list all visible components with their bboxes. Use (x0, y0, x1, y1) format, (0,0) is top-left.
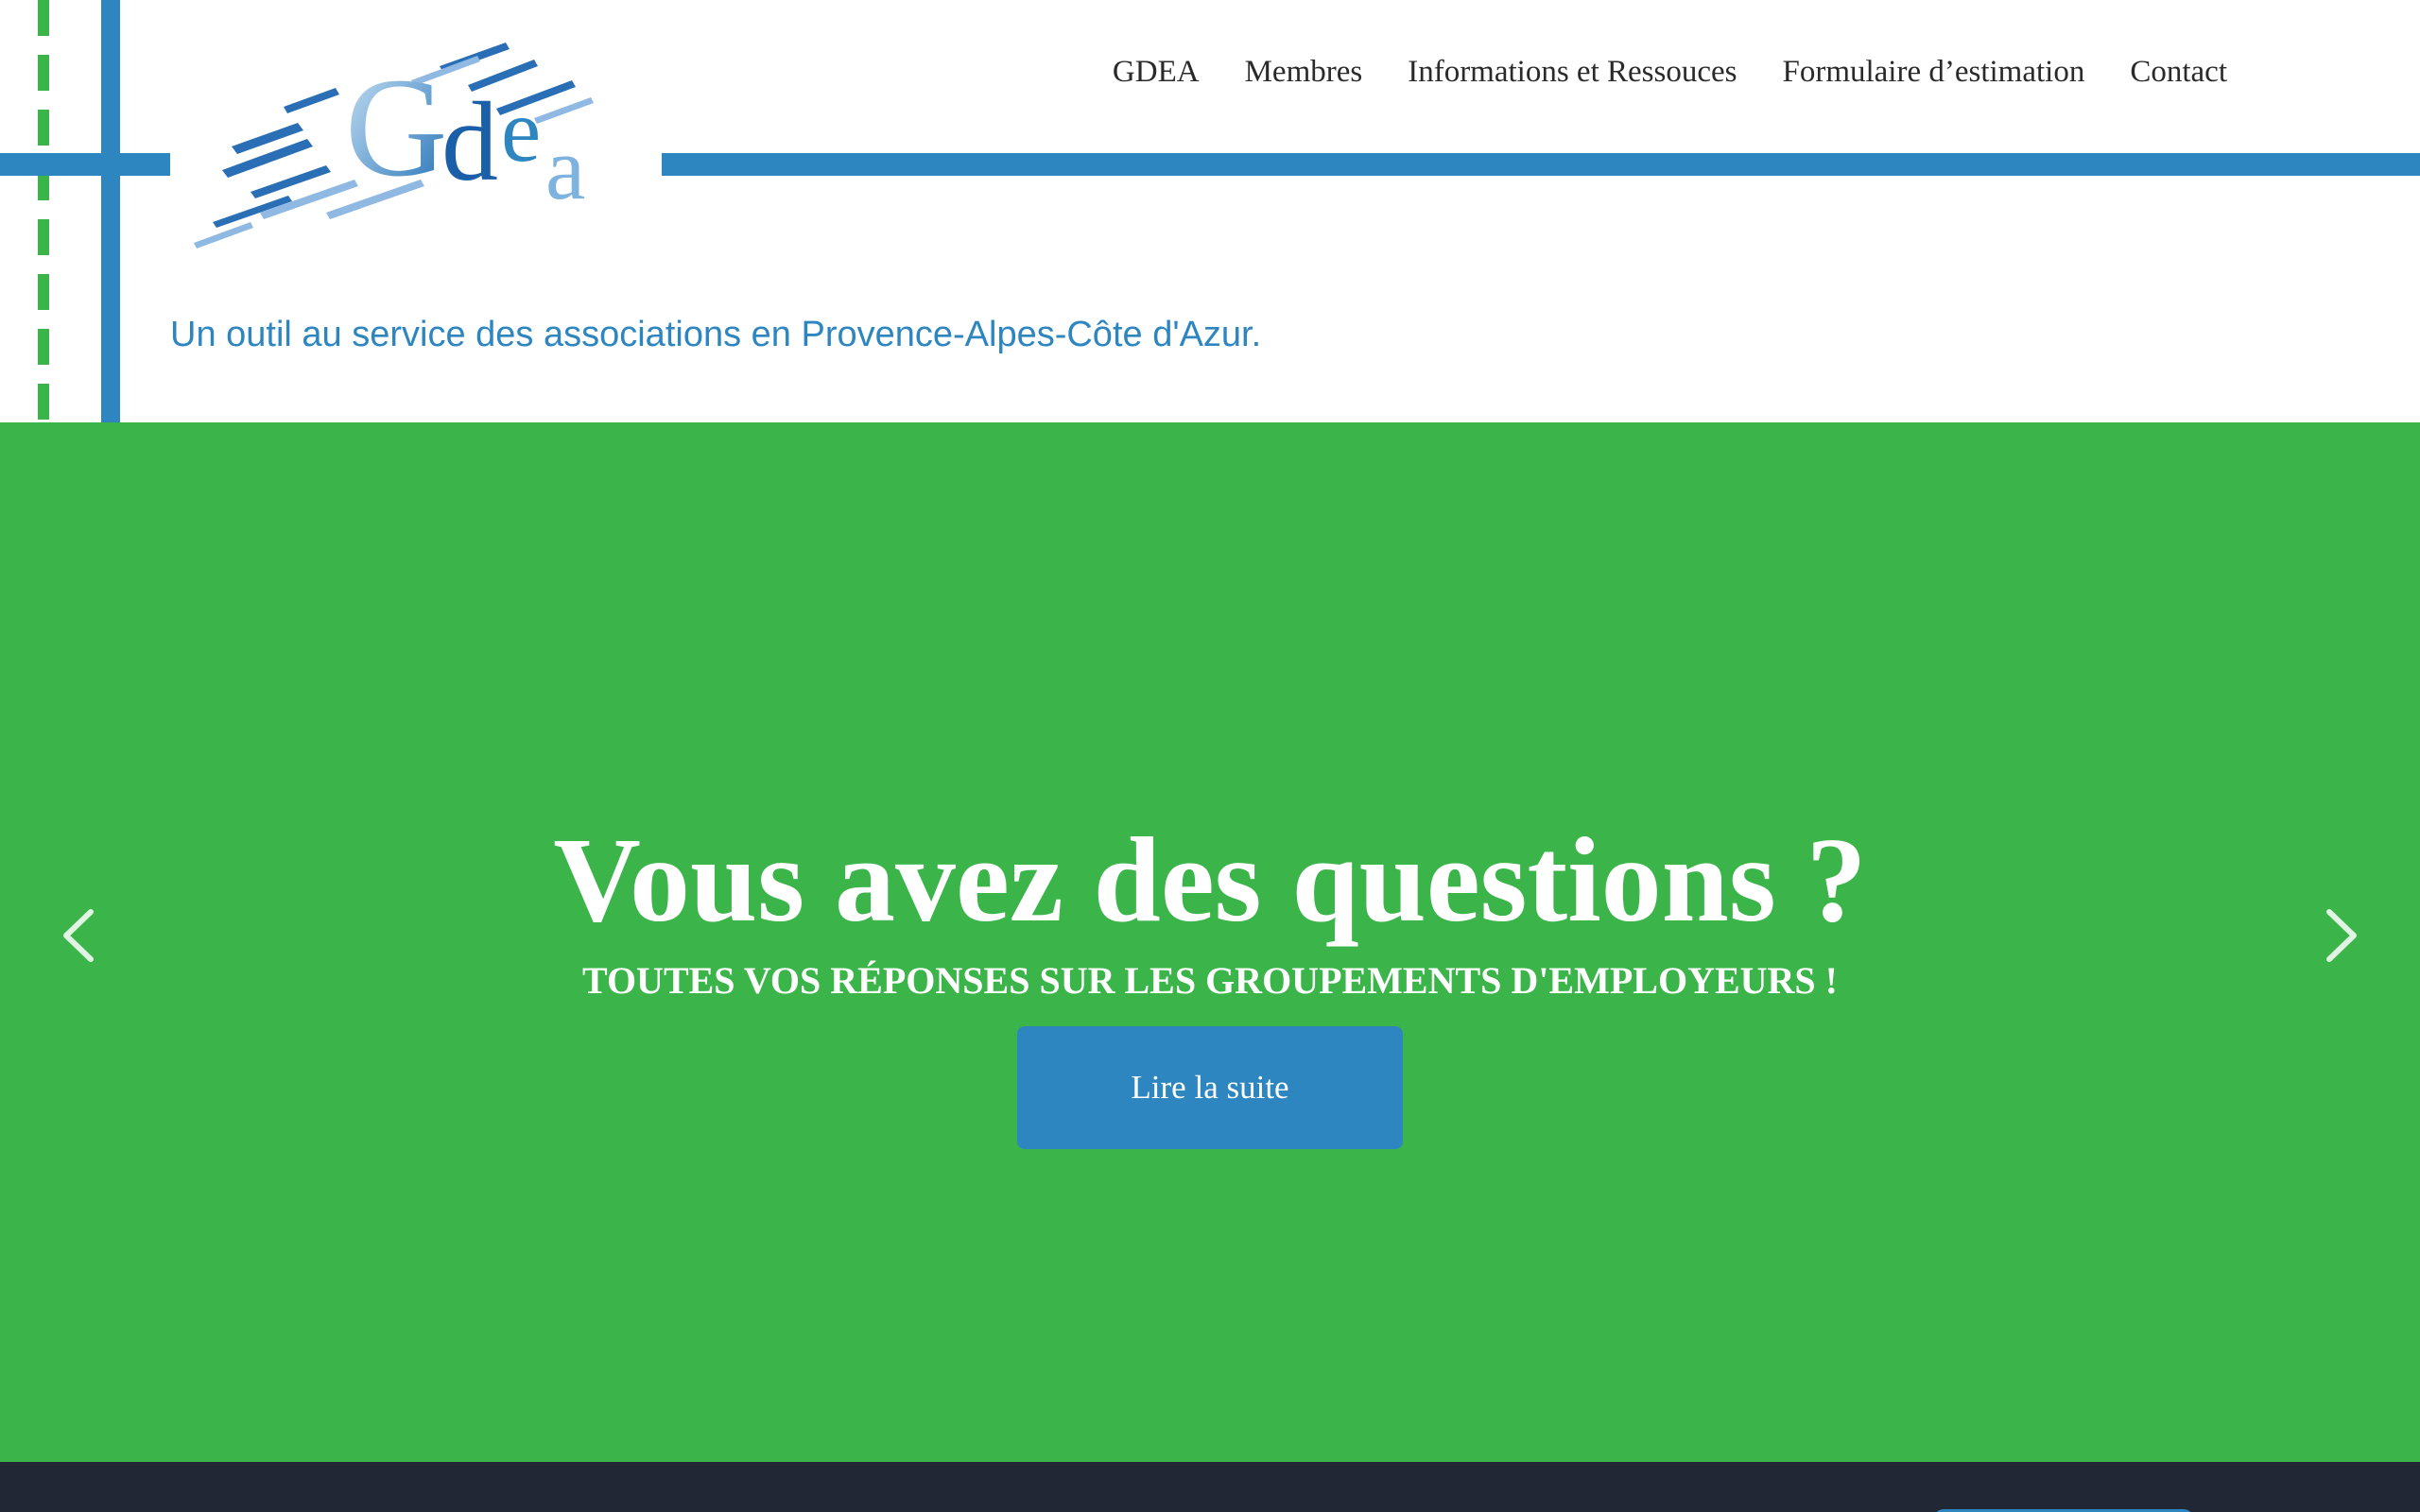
decorative-vertical-bar (101, 0, 120, 422)
read-more-button[interactable]: Lire la suite (1017, 1026, 1403, 1149)
main-nav: GDEA Membres Informations et Ressouces F… (1113, 55, 2227, 90)
svg-text:G: G (345, 49, 447, 206)
nav-item-membres[interactable]: Membres (1245, 55, 1363, 90)
site-header: G d e a GDEA Membres Informations et Res… (0, 0, 2420, 422)
decorative-dashed-line (38, 0, 49, 422)
nav-item-informations[interactable]: Informations et Ressouces (1408, 55, 1737, 90)
decorative-horizontal-bar-right (662, 153, 2420, 176)
svg-text:e: e (501, 80, 541, 180)
page: G d e a GDEA Membres Informations et Res… (0, 0, 2420, 1512)
svg-text:a: a (545, 118, 585, 218)
nav-item-contact[interactable]: Contact (2130, 55, 2227, 90)
decorative-horizontal-bar-left (0, 153, 170, 176)
nav-item-formulaire[interactable]: Formulaire d’estimation (1782, 55, 2084, 90)
hero-slider: Vous avez des questions ? TOUTES VOS RÉP… (0, 422, 2420, 1462)
site-logo[interactable]: G d e a (194, 33, 638, 260)
site-footer (0, 1462, 2420, 1512)
site-tagline: Un outil au service des associations en … (170, 315, 1262, 354)
hero-subtitle: TOUTES VOS RÉPONSES SUR LES GROUPEMENTS … (581, 959, 1838, 1002)
gdea-logo-icon: G d e a (194, 43, 594, 249)
chevron-right-icon (2326, 909, 2357, 962)
nav-item-gdea[interactable]: GDEA (1113, 55, 1200, 90)
svg-text:d: d (441, 78, 498, 204)
hero-title: Vous avez des questions ? (553, 813, 1867, 947)
slider-next-button[interactable] (2318, 902, 2365, 969)
